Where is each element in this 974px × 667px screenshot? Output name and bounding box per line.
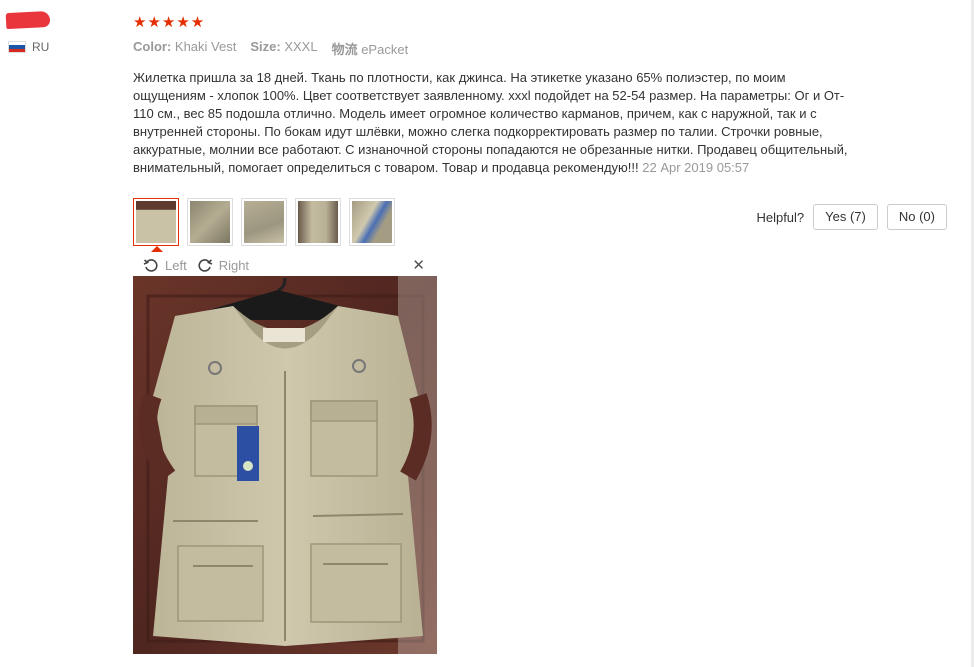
active-thumbnail-indicator	[151, 246, 163, 252]
star-rating: ★★★★★	[133, 14, 206, 31]
shipping-label: 物流	[331, 42, 358, 57]
review-block: ★★★★★ Color: Khaki Vest Size: XXXL 物流 eP…	[133, 12, 863, 177]
rotate-left-icon	[143, 259, 158, 272]
size-label: Size:	[250, 39, 281, 54]
country-code: RU	[32, 40, 50, 54]
vest-photo-illustration	[133, 276, 437, 654]
shipping-value: ePacket	[361, 42, 409, 57]
thumbnail-5[interactable]	[349, 198, 395, 246]
helpful-yes-button[interactable]: Yes (7)	[813, 204, 878, 230]
size-value: XXXL	[284, 39, 318, 54]
rotate-right-label: Right	[218, 257, 250, 273]
rotate-left-label: Left	[165, 257, 187, 273]
color-value: Khaki Vest	[174, 39, 237, 54]
rotate-right-icon	[198, 259, 213, 272]
thumbnail-2[interactable]	[187, 198, 233, 246]
photo-thumbnails	[133, 198, 395, 246]
photo-viewer: Left Right ✕	[133, 254, 437, 654]
reviewer-name-redacted	[5, 10, 51, 30]
thumbnail-4[interactable]	[295, 198, 341, 246]
helpful-section: Helpful? Yes (7) No (0)	[756, 204, 947, 230]
russia-flag-icon	[8, 41, 26, 53]
close-icon[interactable]: ✕	[412, 256, 425, 274]
reviewer-country: RU	[8, 40, 49, 54]
review-text-block: Жилетка пришла за 18 дней. Ткань по плот…	[133, 69, 858, 177]
helpful-label: Helpful?	[756, 209, 805, 225]
review-date: 22 Apr 2019 05:57	[642, 160, 750, 175]
thumbnail-1[interactable]	[133, 198, 179, 246]
review-photo	[133, 276, 437, 654]
viewer-toolbar: Left Right ✕	[133, 254, 437, 276]
rotate-left-button[interactable]: Left	[143, 257, 187, 273]
thumbnail-3[interactable]	[241, 198, 287, 246]
color-label: Color:	[133, 39, 172, 54]
rotate-right-button[interactable]: Right	[197, 257, 249, 273]
helpful-no-button[interactable]: No (0)	[886, 204, 947, 230]
review-meta: Color: Khaki Vest Size: XXXL 物流 ePacket	[133, 39, 863, 58]
